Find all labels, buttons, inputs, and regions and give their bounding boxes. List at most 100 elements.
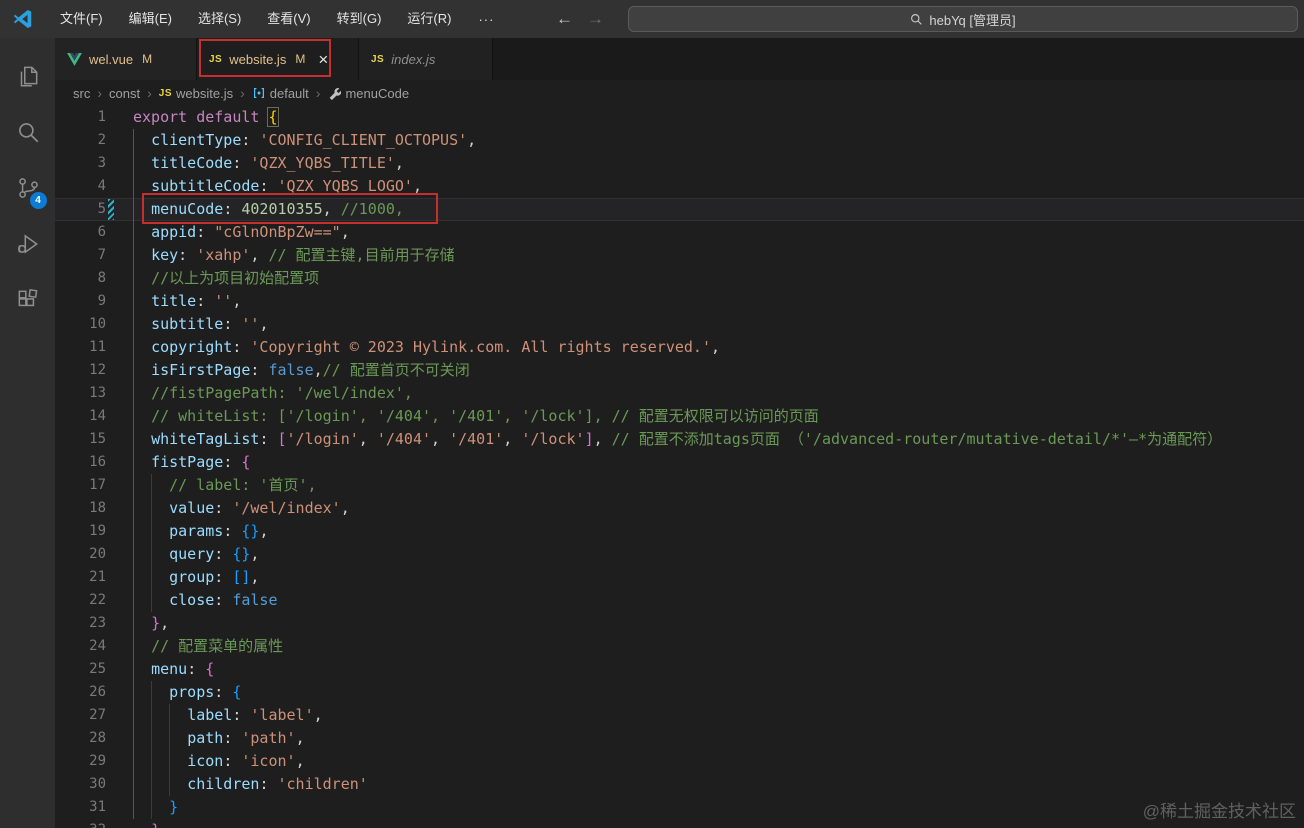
code-line[interactable]: 27 label: 'label', (55, 704, 1304, 727)
code-line[interactable]: 2 clientType: 'CONFIG_CLIENT_OCTOPUS', (55, 129, 1304, 152)
chevron-right-icon: › (315, 85, 321, 101)
code-line[interactable]: 19 params: {}, (55, 520, 1304, 543)
code-line[interactable]: 30 children: 'children' (55, 773, 1304, 796)
editor-group: wel.vue M JS website.js M × JS index.js … (55, 38, 1304, 828)
menu-run[interactable]: 运行(R) (394, 0, 464, 38)
run-and-debug-icon[interactable] (4, 216, 52, 272)
code-line[interactable]: 14 // whiteList: ['/login', '/404', '/40… (55, 405, 1304, 428)
breadcrumb-label: menuCode (345, 85, 410, 101)
code-line[interactable]: 16 fistPage: { (55, 451, 1304, 474)
vue-icon (67, 52, 82, 66)
indent-guide (151, 474, 152, 612)
breadcrumb-const[interactable]: const (109, 86, 140, 101)
line-number: 5 (55, 198, 133, 221)
code-line[interactable]: 18 value: '/wel/index', (55, 497, 1304, 520)
code-line[interactable]: 7 key: 'xahp', // 配置主键,目前用于存储 (55, 244, 1304, 267)
line-number: 21 (89, 569, 106, 585)
code-line[interactable]: 20 query: {}, (55, 543, 1304, 566)
menu-file[interactable]: 文件(F) (47, 0, 116, 38)
code-line[interactable]: 21 group: [], (55, 566, 1304, 589)
line-number: 1 (97, 109, 106, 125)
explorer-icon[interactable] (4, 48, 52, 104)
line-number: 12 (89, 362, 106, 378)
tab-label: website.js (229, 51, 287, 67)
chevron-right-icon: › (97, 85, 103, 101)
code-line[interactable]: 1 export default { (55, 106, 1304, 129)
code-editor[interactable]: 1 export default {2 clientType: 'CONFIG_C… (55, 106, 1304, 828)
code-line[interactable]: 4 subtitleCode: 'QZX_YQBS_LOGO', (55, 175, 1304, 198)
js-icon: JS (209, 53, 223, 65)
tab-wel-vue[interactable]: wel.vue M (55, 38, 197, 80)
code-line[interactable]: 26 props: { (55, 681, 1304, 704)
tab-label: index.js (391, 51, 436, 67)
source-control-badge: 4 (29, 192, 47, 209)
menu-goto[interactable]: 转到(G) (324, 0, 395, 38)
menu-view[interactable]: 查看(V) (254, 0, 323, 38)
code-line[interactable]: 17 // label: '首页', (55, 474, 1304, 497)
line-number: 20 (89, 546, 106, 562)
line-number: 3 (97, 155, 106, 171)
code-line[interactable]: 5 menuCode: 402010355, //1000, (55, 198, 1304, 221)
wrench-icon (330, 88, 342, 100)
code-line[interactable]: 3 titleCode: 'QZX_YQBS_TITLE', (55, 152, 1304, 175)
menu-more-button[interactable]: ··· (464, 12, 508, 27)
tab-index-js[interactable]: JS index.js (359, 38, 493, 80)
code-line[interactable]: 22 close: false (55, 589, 1304, 612)
modified-badge: M (295, 52, 306, 66)
line-number: 17 (89, 477, 106, 493)
breadcrumb-website-js[interactable]: JS website.js (159, 86, 233, 101)
extensions-icon[interactable] (4, 272, 52, 328)
menu-selection[interactable]: 选择(S) (185, 0, 254, 38)
breadcrumb-menucode[interactable]: menuCode (327, 86, 409, 101)
search-sidebar-icon[interactable] (4, 104, 52, 160)
code-line[interactable]: 8 //以上为项目初始配置项 (55, 267, 1304, 290)
line-number: 22 (89, 592, 106, 608)
code-line[interactable]: 31 } (55, 796, 1304, 819)
breadcrumb: src › const › JS website.js › default › (55, 80, 1304, 106)
breadcrumb-src[interactable]: src (73, 86, 90, 101)
modified-line-marker (108, 199, 114, 220)
line-number: 10 (89, 316, 106, 332)
code-line[interactable]: 11 copyright: 'Copyright © 2023 Hylink.c… (55, 336, 1304, 359)
code-line[interactable]: 25 menu: { (55, 658, 1304, 681)
line-number: 9 (97, 293, 106, 309)
command-center-search[interactable]: hebYq [管理员] (628, 6, 1298, 32)
js-icon: JS (158, 87, 172, 99)
line-number: 24 (89, 638, 106, 654)
code-line[interactable]: 13 //fistPagePath: '/wel/index', (55, 382, 1304, 405)
line-number: 11 (89, 339, 106, 355)
code-line[interactable]: 6 appid: "cGlnOnBpZw==", (55, 221, 1304, 244)
code-line[interactable]: 29 icon: 'icon', (55, 750, 1304, 773)
code-line[interactable]: 24 // 配置菜单的属性 (55, 635, 1304, 658)
command-center-text: hebYq [管理员] (929, 12, 1016, 28)
search-icon (911, 13, 923, 25)
line-number: 27 (89, 707, 106, 723)
source-control-icon[interactable]: 4 (4, 160, 52, 216)
code-line[interactable]: 12 isFirstPage: false,// 配置首页不可关闭 (55, 359, 1304, 382)
code-line[interactable]: 23 }, (55, 612, 1304, 635)
breadcrumb-default[interactable]: default (252, 86, 309, 101)
code-line[interactable]: 15 whiteTagList: ['/login', '/404', '/40… (55, 428, 1304, 451)
line-number: 32 (55, 819, 133, 828)
activity-bar: 4 (0, 38, 55, 828)
line-number: 7 (97, 247, 106, 263)
tab-bar: wel.vue M JS website.js M × JS index.js (55, 38, 1304, 80)
close-icon[interactable]: × (318, 51, 328, 68)
line-number: 29 (89, 753, 106, 769)
code-line[interactable]: 10 subtitle: '', (55, 313, 1304, 336)
tab-website-js[interactable]: JS website.js M × (197, 38, 359, 80)
chevron-right-icon: › (147, 85, 152, 101)
line-number: 6 (97, 224, 106, 240)
back-arrow-icon[interactable]: ← (556, 9, 573, 29)
tab-label: wel.vue (89, 51, 134, 67)
code-line[interactable]: 28 path: 'path', (55, 727, 1304, 750)
code-line[interactable]: 9 title: '', (55, 290, 1304, 313)
menu-edit[interactable]: 编辑(E) (116, 0, 185, 38)
breadcrumb-label: website.js (176, 85, 234, 101)
code-line[interactable]: 32 }, (55, 819, 1304, 828)
chevron-right-icon: › (240, 85, 245, 101)
line-number: 28 (89, 730, 106, 746)
forward-arrow-icon: → (587, 9, 604, 28)
symbol-object-icon (253, 88, 264, 98)
line-number: 23 (89, 615, 106, 631)
